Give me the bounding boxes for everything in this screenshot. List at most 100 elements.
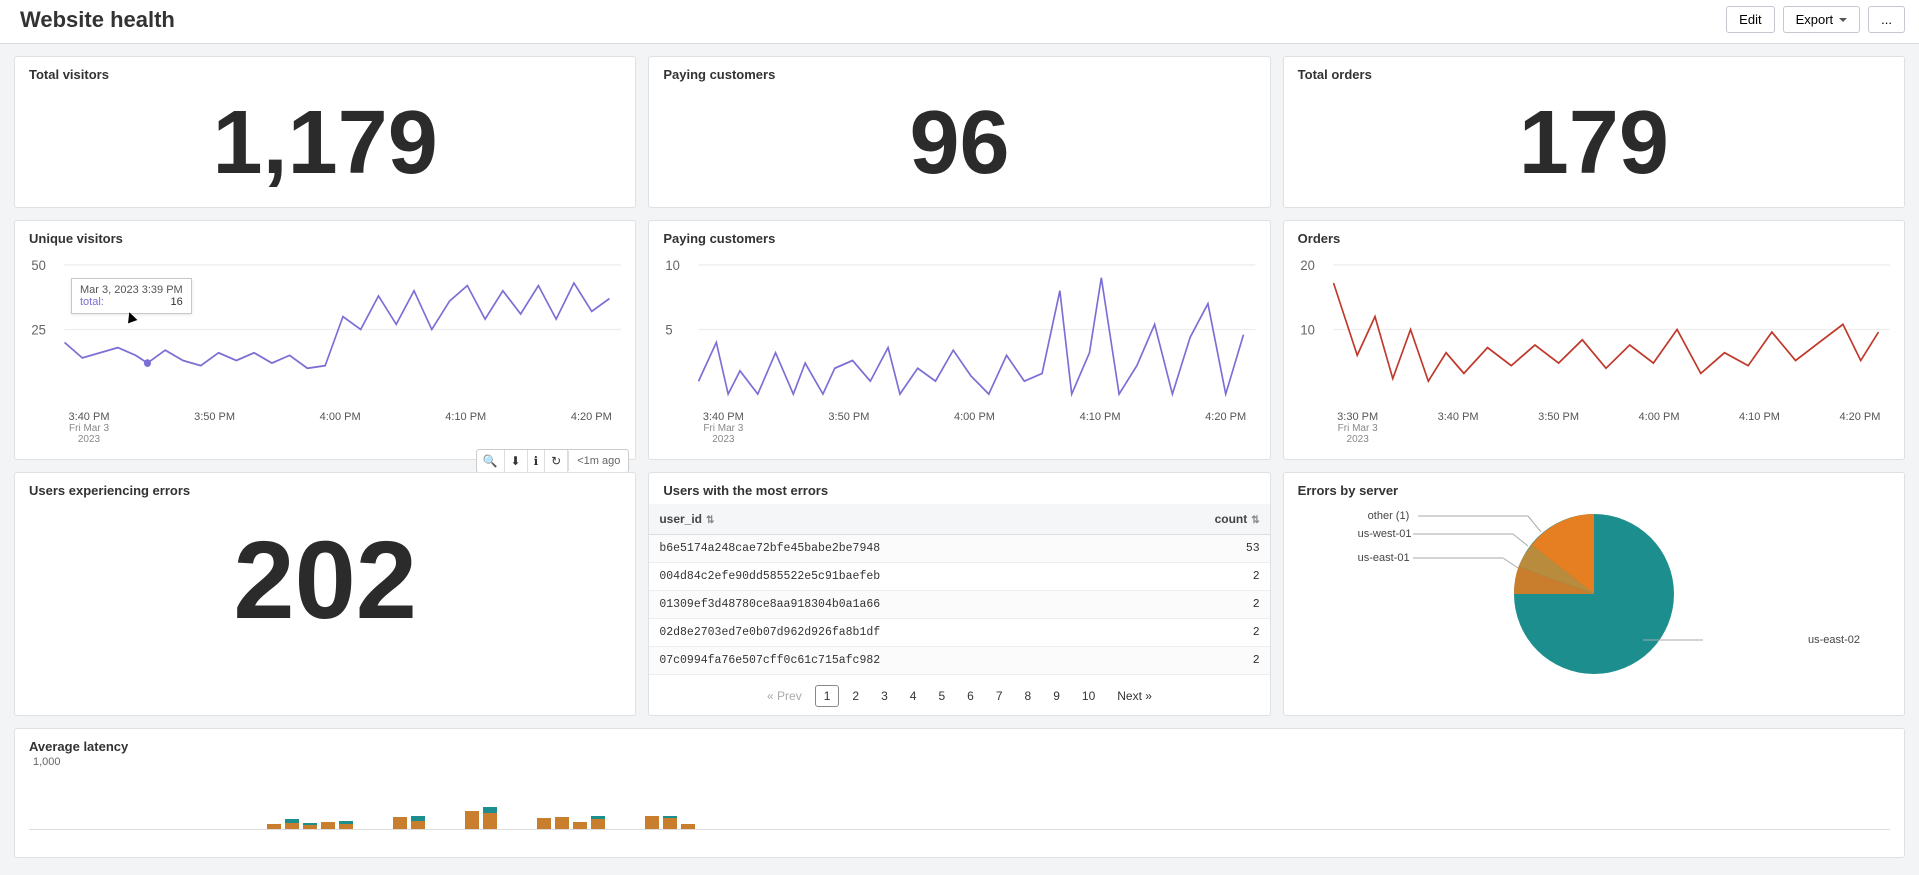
x-axis: 3:40 PM Fri Mar 3 2023 3:50 PM 4:00 PM 4… — [29, 407, 621, 445]
pager-page[interactable]: 2 — [843, 685, 868, 707]
export-label: Export — [1796, 12, 1834, 27]
bar — [303, 823, 317, 829]
cell-count: 2 — [1138, 591, 1270, 619]
chart-tooltip: Mar 3, 2023 3:39 PM total: 16 — [71, 278, 192, 314]
table-row[interactable]: 01309ef3d48780ce8aa918304b0a1a662 — [649, 591, 1269, 619]
x-tick: 3:50 PM — [819, 411, 879, 445]
pager-prev[interactable]: « Prev — [758, 685, 811, 707]
table-row[interactable]: 02d8e2703ed7e0b07d962d926fa8b1df2 — [649, 619, 1269, 647]
x-tick: 3:40 PM — [59, 411, 119, 423]
bar — [321, 822, 335, 829]
search-icon[interactable]: 🔍 — [477, 450, 505, 472]
panel-average-latency: Average latency 1,000 — [14, 728, 1905, 858]
y-tick: 1,000 — [33, 756, 61, 768]
tooltip-series-label: total: — [80, 296, 104, 308]
x-tick: 4:10 PM — [436, 411, 496, 445]
x-tick: 4:20 PM — [1196, 411, 1256, 445]
col-count[interactable]: count⇅ — [1138, 504, 1270, 535]
pie-label-useast2: us-east-02 — [1808, 634, 1860, 646]
x-tick: 3:50 PM — [185, 411, 245, 445]
sort-icon: ⇅ — [1251, 515, 1259, 526]
tooltip-value: 16 — [170, 296, 182, 308]
stat-value: 96 — [663, 88, 1255, 193]
export-button[interactable]: Export — [1783, 6, 1861, 33]
table-row[interactable]: 004d84c2efe90dd585522e5c91baefeb2 — [649, 563, 1269, 591]
bar — [537, 818, 551, 829]
panel-title: Average latency — [29, 739, 1890, 754]
pager-next[interactable]: Next » — [1108, 685, 1161, 707]
pager-page[interactable]: 7 — [987, 685, 1012, 707]
panel-toolbar: 🔍 ⬇ ℹ ↻ <1m ago — [476, 449, 630, 473]
pager-page[interactable]: 8 — [1016, 685, 1041, 707]
pager-page[interactable]: 1 — [815, 685, 840, 707]
panel-title: Total visitors — [29, 67, 621, 82]
x-tick: 4:00 PM — [944, 411, 1004, 445]
pager-page[interactable]: 10 — [1073, 685, 1104, 707]
y-tick: 10 — [1300, 322, 1315, 338]
x-tick-sub: Fri Mar 3 — [693, 423, 753, 434]
bar — [555, 817, 569, 829]
panel-title: Errors by server — [1298, 483, 1890, 498]
panel-title: Total orders — [1298, 67, 1890, 82]
bar — [645, 816, 659, 829]
pie-label-other: other (1) — [1368, 510, 1410, 522]
table-row[interactable]: b6e5174a248cae72bfe45babe2be794853 — [649, 535, 1269, 563]
x-tick-sub: Fri Mar 3 — [1328, 423, 1388, 434]
panel-total-orders: Total orders 179 — [1283, 56, 1905, 208]
panel-title: Orders — [1298, 231, 1890, 246]
refresh-icon[interactable]: ↻ — [545, 450, 568, 472]
cell-user-id: 02d8e2703ed7e0b07d962d926fa8b1df — [649, 619, 1137, 647]
col-user-id[interactable]: user_id⇅ — [649, 504, 1137, 535]
cell-user-id: 07c0994fa76e507cff0c61c715afc982 — [649, 647, 1137, 675]
cell-count: 2 — [1138, 619, 1270, 647]
x-tick: 3:40 PM — [693, 411, 753, 423]
chart-area[interactable]: 10 5 — [663, 252, 1255, 407]
cell-user-id: b6e5174a248cae72bfe45babe2be7948 — [649, 535, 1137, 563]
pager-page[interactable]: 5 — [929, 685, 954, 707]
chart-area[interactable]: 50 25 Mar 3, 2023 3:39 PM total: 16 — [29, 252, 621, 407]
edit-button[interactable]: Edit — [1726, 6, 1774, 33]
x-tick-sub: 2023 — [693, 434, 753, 445]
x-tick: 3:40 PM — [1428, 411, 1488, 445]
dashboard-grid: Total visitors 1,179 Paying customers 96… — [0, 44, 1919, 870]
panel-unique-visitors: Unique visitors 50 25 Mar 3, 2023 3:39 P… — [14, 220, 636, 460]
panel-errors-by-server: Errors by server other (1) us-west-01 us… — [1283, 472, 1905, 716]
x-tick: 4:00 PM — [310, 411, 370, 445]
y-tick: 50 — [31, 258, 46, 274]
y-tick: 20 — [1300, 258, 1315, 274]
x-tick: 4:00 PM — [1629, 411, 1689, 445]
bar — [681, 824, 695, 829]
panel-total-visitors: Total visitors 1,179 — [14, 56, 636, 208]
panel-users-most-errors: Users with the most errors user_id⇅ coun… — [648, 472, 1270, 716]
error-users-table: user_id⇅ count⇅ b6e5174a248cae72bfe45bab… — [649, 504, 1269, 675]
stat-value: 179 — [1298, 88, 1890, 193]
sort-icon: ⇅ — [706, 515, 714, 526]
x-tick: 4:10 PM — [1070, 411, 1130, 445]
cell-count: 2 — [1138, 563, 1270, 591]
x-tick-sub: 2023 — [59, 434, 119, 445]
chart-area[interactable]: 20 10 — [1298, 252, 1890, 407]
pager-page[interactable]: 4 — [901, 685, 926, 707]
stat-value: 202 — [29, 504, 621, 641]
pager-page[interactable]: 6 — [958, 685, 983, 707]
panel-title: Users experiencing errors — [29, 483, 621, 498]
x-tick: 4:20 PM — [1830, 411, 1890, 445]
bar — [465, 811, 479, 829]
latency-bar-chart[interactable]: 1,000 — [29, 760, 1890, 830]
header-actions: Edit Export ... — [1726, 6, 1905, 33]
download-icon[interactable]: ⬇ — [505, 450, 528, 472]
panel-title: Users with the most errors — [649, 483, 1269, 498]
more-button[interactable]: ... — [1868, 6, 1905, 33]
panel-users-errors: Users experiencing errors 202 — [14, 472, 636, 716]
pie-label-useast1: us-east-01 — [1358, 552, 1410, 564]
pager-page[interactable]: 3 — [872, 685, 897, 707]
panel-orders-chart: Orders 20 10 3:30 PM Fri Mar 3 2023 3:40… — [1283, 220, 1905, 460]
table-row[interactable]: 07c0994fa76e507cff0c61c715afc9822 — [649, 647, 1269, 675]
pie-chart[interactable]: other (1) us-west-01 us-east-01 us-east-… — [1298, 504, 1890, 684]
info-icon[interactable]: ℹ — [528, 450, 546, 472]
pie-label-uswest: us-west-01 — [1358, 528, 1412, 540]
refresh-age: <1m ago — [568, 451, 628, 471]
bar — [663, 816, 677, 829]
bar — [483, 807, 497, 829]
pager-page[interactable]: 9 — [1044, 685, 1069, 707]
